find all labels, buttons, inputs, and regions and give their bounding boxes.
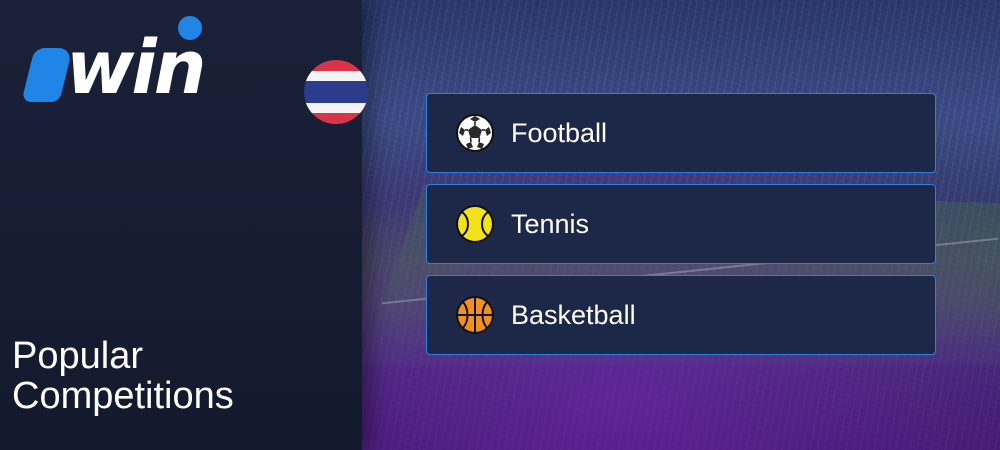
basketball-icon bbox=[455, 295, 495, 335]
thailand-flag-icon bbox=[304, 60, 368, 124]
sports-list: Football Tennis Basketball bbox=[426, 93, 936, 366]
tennis-ball-icon bbox=[455, 204, 495, 244]
sport-label: Tennis bbox=[511, 209, 590, 239]
left-panel: ​1winwin Popular Competitions bbox=[0, 0, 368, 450]
soccer-ball-icon bbox=[455, 113, 495, 153]
page-title-line-2: Competitions bbox=[12, 375, 234, 417]
page-title-line-1: Popular bbox=[12, 335, 143, 377]
sport-label: Basketball bbox=[511, 300, 636, 330]
sport-button-football[interactable]: Football bbox=[426, 93, 936, 173]
logo-text: ​1winwin bbox=[42, 25, 206, 111]
brand-logo: ​1winwin bbox=[21, 16, 368, 124]
sport-button-basketball[interactable]: Basketball bbox=[426, 275, 936, 355]
sport-button-tennis[interactable]: Tennis bbox=[426, 184, 936, 264]
page-title: Popular Competitions bbox=[12, 336, 352, 416]
sport-label: Football bbox=[511, 118, 608, 148]
logo-dot bbox=[178, 16, 202, 40]
